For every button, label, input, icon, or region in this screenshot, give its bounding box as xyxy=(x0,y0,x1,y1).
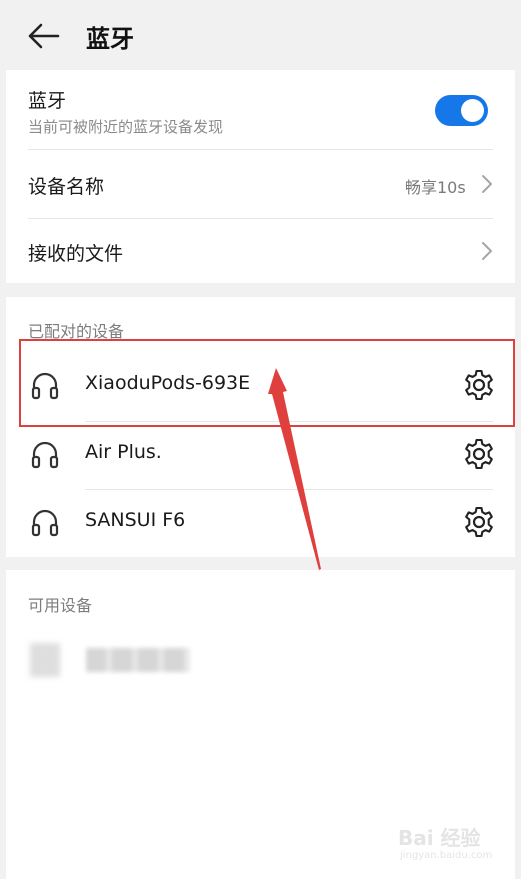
device-name-row[interactable]: 设备名称 畅享10s xyxy=(6,150,515,218)
received-files-row[interactable]: 接收的文件 xyxy=(6,219,515,283)
watermark-text: Bai 经验 xyxy=(398,826,481,850)
baidu-watermark: Bai 经验 jingyan.baidu.com xyxy=(398,822,498,868)
paired-devices-card: 已配对的设备 XiaoduPods-693E Air Plus. SANSUI … xyxy=(6,297,515,557)
bluetooth-toggle-row[interactable]: 蓝牙 当前可被附近的蓝牙设备发现 xyxy=(6,70,515,150)
chevron-right-icon xyxy=(482,242,492,260)
blurred-device-icon xyxy=(30,643,60,677)
received-files-label: 接收的文件 xyxy=(28,243,124,265)
headphones-icon xyxy=(31,372,59,400)
device-name: Air Plus. xyxy=(85,441,162,463)
settings-gear-icon[interactable] xyxy=(462,368,496,402)
blurred-device-name xyxy=(86,648,190,672)
paired-devices-section-title: 已配对的设备 xyxy=(28,322,125,341)
paired-device-row[interactable]: XiaoduPods-693E xyxy=(6,353,515,417)
top-app-bar: 蓝牙 xyxy=(0,0,521,70)
bluetooth-visibility-subtitle: 当前可被附近的蓝牙设备发现 xyxy=(28,118,224,136)
back-arrow-icon[interactable] xyxy=(26,22,60,50)
available-device-row[interactable] xyxy=(6,635,515,685)
settings-gear-icon[interactable] xyxy=(462,505,496,539)
switch-knob xyxy=(461,99,484,122)
available-devices-section-title: 可用设备 xyxy=(28,596,93,615)
chevron-right-icon xyxy=(482,175,492,193)
bluetooth-label: 蓝牙 xyxy=(28,90,67,112)
page-title: 蓝牙 xyxy=(86,25,134,53)
paired-device-row[interactable]: Air Plus. xyxy=(6,422,515,486)
device-name: SANSUI F6 xyxy=(85,509,186,531)
bluetooth-settings-screen: 蓝牙 蓝牙 当前可被附近的蓝牙设备发现 设备名称 畅享10s 接收的文件 已配对… xyxy=(0,0,521,879)
device-name: XiaoduPods-693E xyxy=(85,372,251,394)
settings-gear-icon[interactable] xyxy=(462,437,496,471)
headphones-icon xyxy=(31,509,59,537)
paired-device-row[interactable]: SANSUI F6 xyxy=(6,490,515,554)
headphones-icon xyxy=(31,441,59,469)
watermark-url: jingyan.baidu.com xyxy=(400,850,493,861)
bluetooth-switch[interactable] xyxy=(435,95,488,126)
device-name-value: 畅享10s xyxy=(405,178,466,197)
device-name-label: 设备名称 xyxy=(28,176,105,198)
bluetooth-settings-card: 蓝牙 当前可被附近的蓝牙设备发现 设备名称 畅享10s 接收的文件 xyxy=(6,70,515,283)
